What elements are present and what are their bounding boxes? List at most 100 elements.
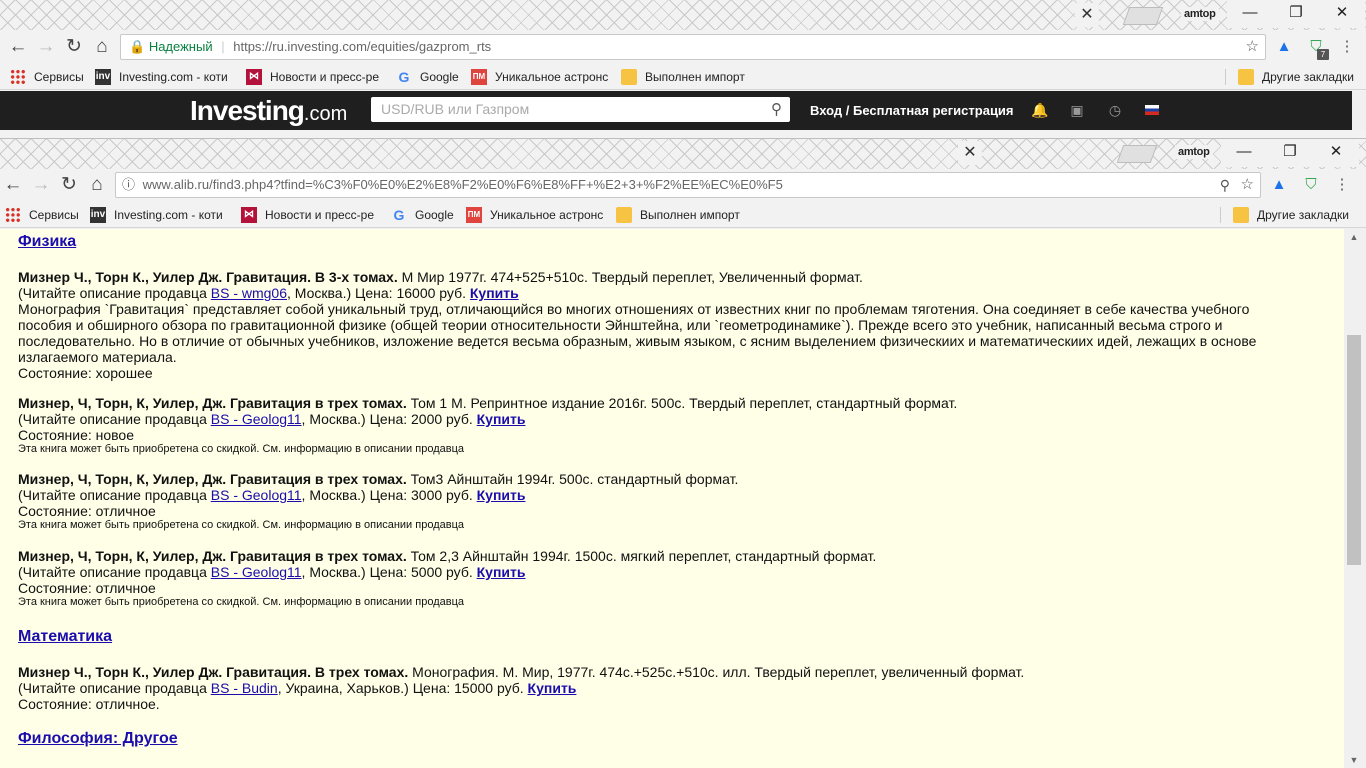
russia-flag-icon[interactable] bbox=[1145, 105, 1159, 115]
seller-line: (Читайте описание продавца BS - Budin, У… bbox=[18, 680, 577, 696]
browser-toolbar: ← → ↻ ⌂ 🔒 Надежный | https://ru.investin… bbox=[0, 32, 1366, 64]
buy-link[interactable]: Купить bbox=[477, 564, 526, 580]
folder-icon bbox=[1238, 69, 1254, 85]
home-icon[interactable]: ⌂ bbox=[84, 172, 110, 198]
menu-icon[interactable]: ⋮ bbox=[1331, 174, 1353, 196]
restore-icon[interactable]: ❐ bbox=[1273, 0, 1319, 28]
description-line: пособия и обширного обзора по гравитацио… bbox=[18, 317, 1223, 333]
bell-icon[interactable]: 🔔 bbox=[1031, 101, 1049, 119]
restore-icon[interactable]: ❐ bbox=[1267, 139, 1313, 167]
buy-link[interactable]: Купить bbox=[477, 487, 526, 503]
address-bar[interactable]: ⓘ www.alib.ru/find3.php4?tfind=%C3%F0%E0… bbox=[115, 172, 1261, 198]
category-math-link[interactable]: Математика bbox=[18, 628, 112, 646]
description-line: последовательно. Но в отличие от обычных… bbox=[18, 333, 1257, 349]
extension-icon[interactable]: ▲ bbox=[1273, 36, 1295, 58]
bookmark-other[interactable]: Другие закладки bbox=[1238, 68, 1354, 86]
buy-link[interactable]: Купить bbox=[470, 285, 519, 301]
back-arrow-icon[interactable]: ← bbox=[5, 34, 31, 60]
search-icon[interactable]: ⚲ bbox=[771, 97, 782, 122]
reload-icon[interactable]: ↻ bbox=[56, 172, 82, 198]
scroll-down-icon[interactable]: ▼ bbox=[1347, 755, 1361, 765]
url-text: https://ru.investing.com/equities/gazpro… bbox=[233, 39, 492, 54]
scrollbar-thumb[interactable] bbox=[1347, 335, 1361, 565]
close-window-icon[interactable]: ✕ bbox=[1313, 139, 1359, 167]
book-title-line: Мизнер, Ч, Торн, К, Уилер, Дж. Гравитаци… bbox=[18, 395, 958, 411]
briefcase-icon[interactable]: ▣ bbox=[1068, 101, 1086, 119]
condition-line: Состояние: отличное bbox=[18, 580, 156, 596]
category-physics-link[interactable]: Физика bbox=[18, 233, 76, 251]
bookmark-divider bbox=[1225, 69, 1226, 85]
discount-note: Эта книга может быть приобретена со скид… bbox=[18, 519, 464, 531]
address-bar[interactable]: 🔒 Надежный | https://ru.investing.com/eq… bbox=[120, 34, 1266, 60]
new-tab-button[interactable] bbox=[1116, 145, 1158, 163]
clock-icon[interactable]: ◷ bbox=[1106, 101, 1124, 119]
seller-link[interactable]: BS - Geolog11 bbox=[211, 487, 302, 503]
profile-name[interactable]: amtop bbox=[1181, 7, 1219, 21]
profile-name[interactable]: amtop bbox=[1175, 145, 1213, 159]
seller-line: (Читайте описание продавца BS - Geolog11… bbox=[18, 487, 526, 503]
close-tab-icon[interactable]: ✕ bbox=[958, 141, 982, 165]
category-philosophy-link[interactable]: Философия: Другое bbox=[18, 730, 178, 748]
bookmark-news[interactable]: ⋈ Новости и пресс-ре bbox=[246, 68, 382, 86]
new-tab-button[interactable] bbox=[1122, 7, 1164, 25]
bookmark-investing[interactable]: inv Investing.com - коти bbox=[95, 68, 231, 86]
news-favicon-icon: ⋈ bbox=[241, 207, 257, 223]
back-arrow-icon[interactable]: ← bbox=[0, 172, 26, 198]
menu-icon[interactable]: ⋮ bbox=[1336, 36, 1358, 58]
close-tab-icon[interactable]: ✕ bbox=[1075, 3, 1099, 27]
apps-grid-icon bbox=[10, 69, 26, 85]
bookmark-google[interactable]: G Google bbox=[396, 68, 459, 86]
close-window-icon[interactable]: ✕ bbox=[1319, 0, 1365, 28]
folder-icon bbox=[621, 69, 637, 85]
buy-link[interactable]: Купить bbox=[477, 411, 526, 427]
bookmark-star-icon[interactable]: ☆ bbox=[1246, 35, 1259, 59]
security-label: Надежный bbox=[148, 39, 213, 54]
bookmark-apps[interactable]: Сервисы bbox=[5, 206, 79, 224]
bookmark-google[interactable]: G Google bbox=[391, 206, 454, 224]
bookmark-other[interactable]: Другие закладки bbox=[1233, 206, 1349, 224]
seller-line: (Читайте описание продавца BS - Geolog11… bbox=[18, 564, 526, 580]
google-icon: G bbox=[398, 69, 410, 85]
seller-link[interactable]: BS - Geolog11 bbox=[211, 564, 302, 580]
seller-line: (Читайте описание продавца BS - Geolog11… bbox=[18, 411, 526, 427]
separator: | bbox=[221, 39, 225, 54]
shield-extension-icon[interactable]: ⛉ bbox=[1300, 174, 1322, 196]
bookmark-import[interactable]: Выполнен импорт bbox=[621, 68, 745, 86]
browser-window-back: ✕ amtop — ❐ ✕ ← → ↻ ⌂ 🔒 Надежный | https… bbox=[0, 0, 1366, 130]
minimize-icon[interactable]: — bbox=[1221, 139, 1267, 167]
investing-search-input[interactable]: USD/RUB или Газпром ⚲ bbox=[371, 97, 790, 122]
investing-logo[interactable]: Investing.com bbox=[190, 95, 347, 127]
scrollbar[interactable] bbox=[1352, 91, 1366, 130]
bookmark-apps[interactable]: Сервисы bbox=[10, 68, 84, 86]
bookmark-import[interactable]: Выполнен импорт bbox=[616, 206, 740, 224]
scroll-up-icon[interactable]: ▲ bbox=[1347, 232, 1361, 242]
discount-note: Эта книга может быть приобретена со скид… bbox=[18, 443, 464, 455]
folder-icon bbox=[616, 207, 632, 223]
astro-favicon-icon: ПМ bbox=[466, 207, 482, 223]
extension-icon[interactable]: ▲ bbox=[1268, 174, 1290, 196]
seller-link[interactable]: BS - wmg06 bbox=[211, 285, 287, 301]
bookmark-astro[interactable]: ПМ Уникальное астронс bbox=[466, 206, 605, 224]
reload-icon[interactable]: ↻ bbox=[61, 34, 87, 60]
seller-link[interactable]: BS - Geolog11 bbox=[211, 411, 302, 427]
login-link[interactable]: Вход / Бесплатная регистрация bbox=[810, 103, 1014, 118]
bookmark-star-icon[interactable]: ☆ bbox=[1241, 173, 1254, 197]
bookmark-investing[interactable]: inv Investing.com - коти bbox=[90, 206, 226, 224]
description-line: излагаемого материала. bbox=[18, 349, 177, 365]
google-icon: G bbox=[393, 207, 405, 223]
tab-strip bbox=[0, 139, 1366, 169]
zoom-icon[interactable]: ⚲ bbox=[1220, 173, 1230, 197]
home-icon[interactable]: ⌂ bbox=[89, 34, 115, 60]
bookmark-news[interactable]: ⋈ Новости и пресс-ре bbox=[241, 206, 377, 224]
forward-arrow-icon[interactable]: → bbox=[33, 34, 59, 60]
folder-icon bbox=[1233, 207, 1249, 223]
buy-link[interactable]: Купить bbox=[528, 680, 577, 696]
minimize-icon[interactable]: — bbox=[1227, 0, 1273, 28]
info-icon[interactable]: ⓘ bbox=[122, 177, 135, 192]
forward-arrow-icon[interactable]: → bbox=[28, 172, 54, 198]
condition-line: Состояние: отличное bbox=[18, 503, 156, 519]
bookmark-astro[interactable]: ПМ Уникальное астронс bbox=[471, 68, 610, 86]
book-title-line: Мизнер, Ч, Торн, К, Уилер, Дж. Гравитаци… bbox=[18, 471, 739, 487]
apps-grid-icon bbox=[5, 207, 21, 223]
seller-link[interactable]: BS - Budin bbox=[211, 680, 278, 696]
